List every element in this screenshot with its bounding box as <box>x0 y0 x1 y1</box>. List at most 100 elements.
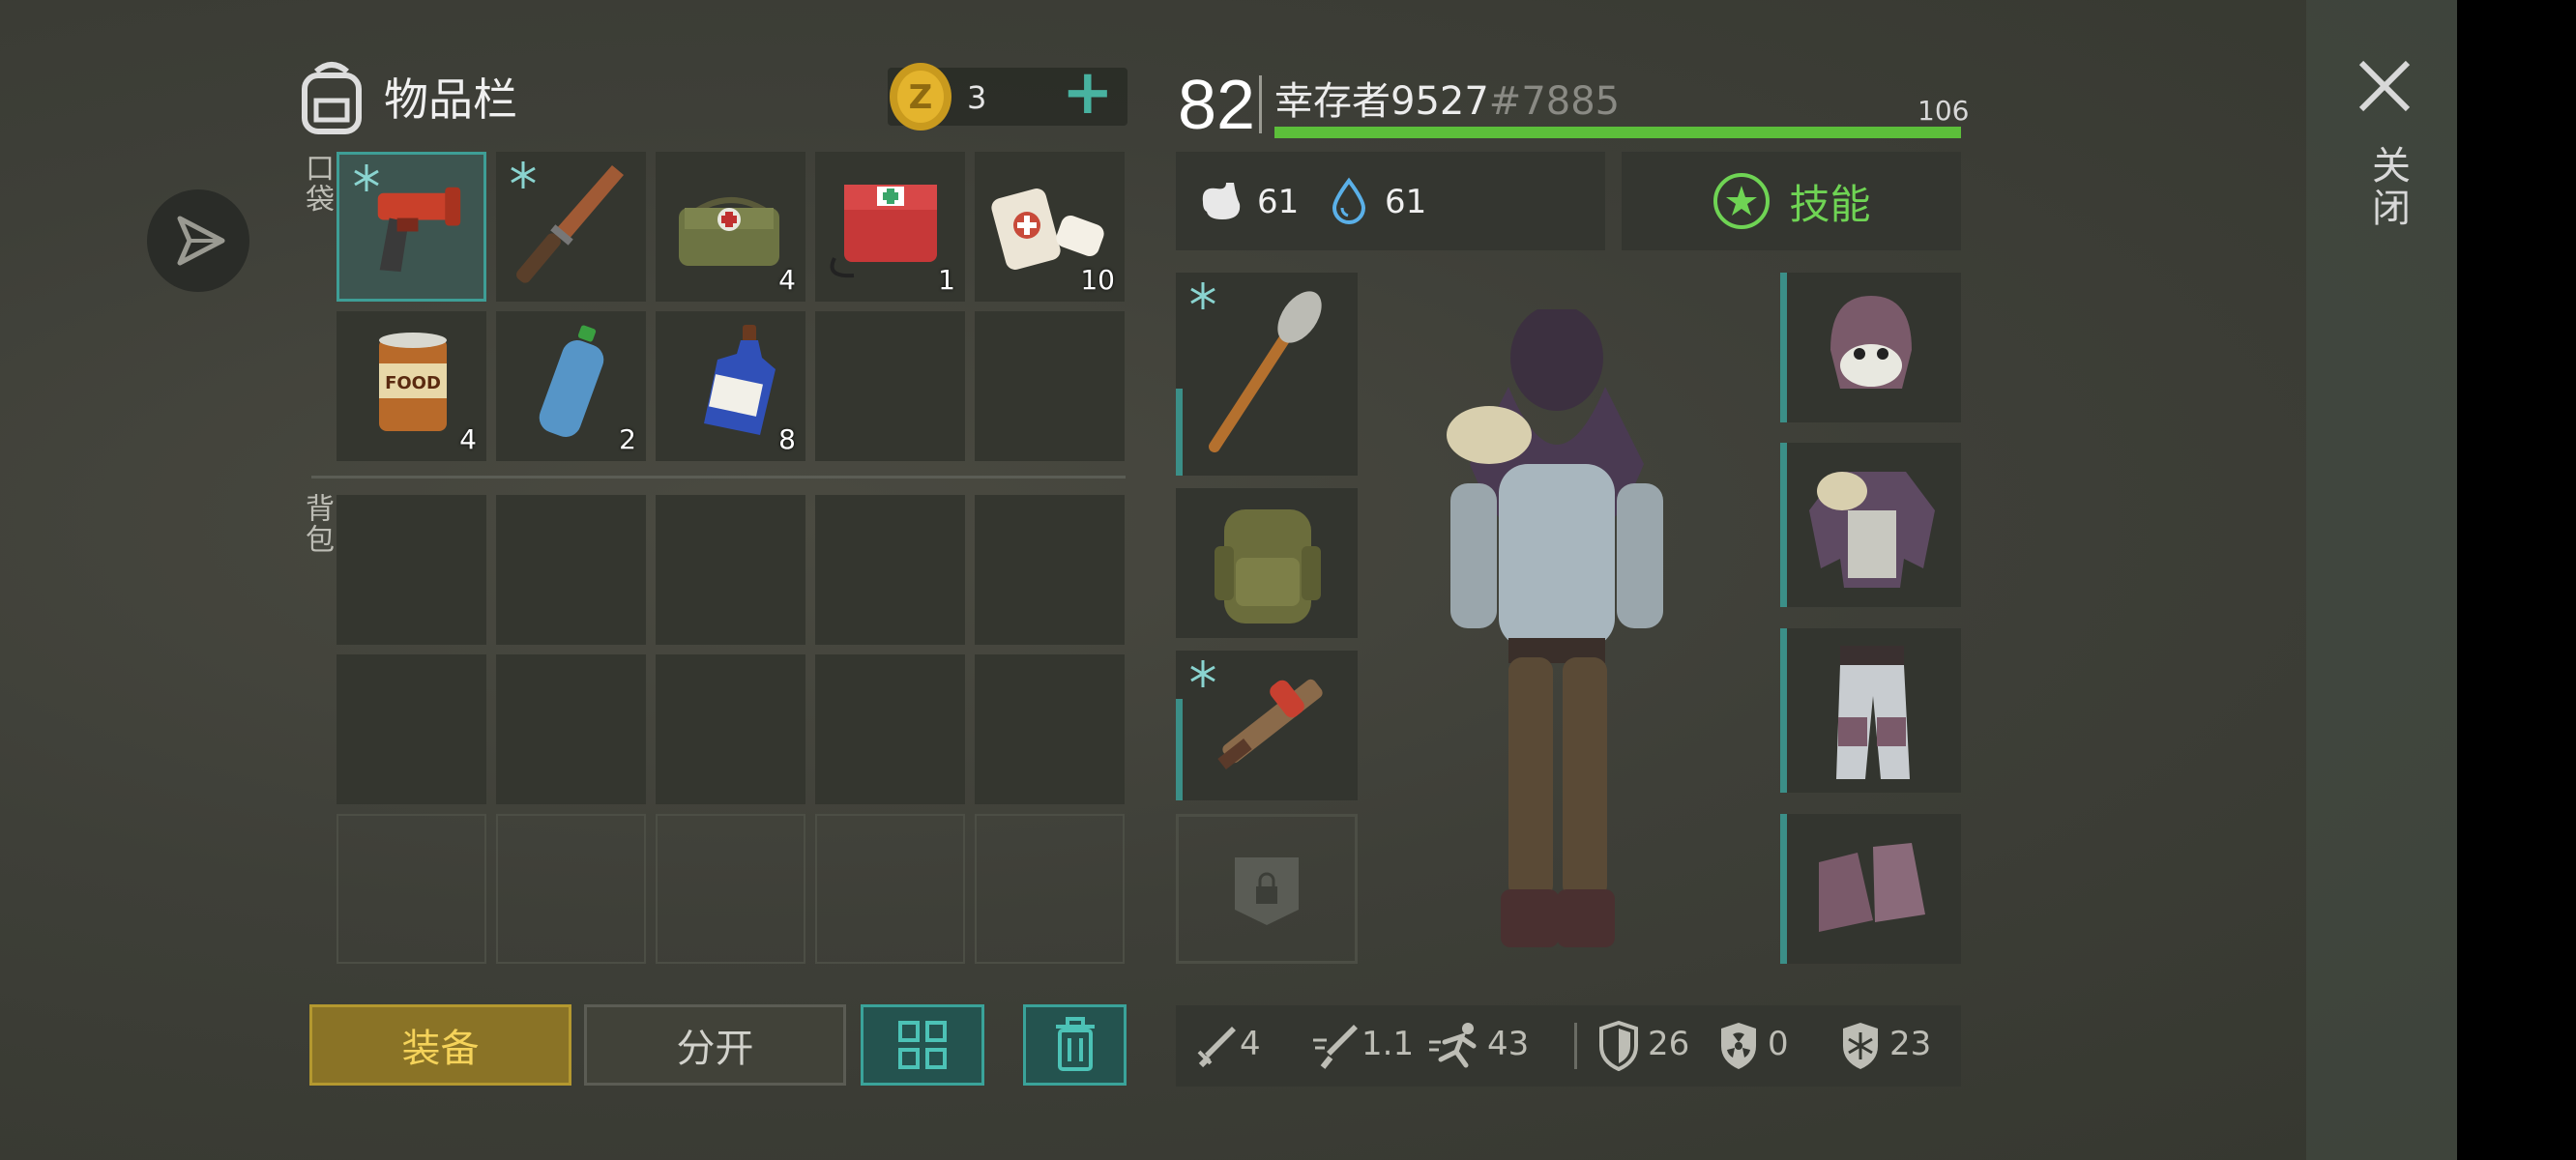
player-name: 幸存者9527#7885 <box>1274 70 1620 126</box>
chest-armor-icon <box>1809 472 1935 588</box>
combat-stats-bar: 4 1.1 43 26 0 23 <box>1176 1005 1961 1087</box>
inventory-header: 物品栏 <box>295 53 517 140</box>
hp-bar-fill <box>1274 127 1961 138</box>
pocket-slot-blue-bottle[interactable]: 8 <box>656 311 805 461</box>
pants-icon <box>1836 646 1910 779</box>
cold-shield-icon <box>1843 1023 1878 1069</box>
boots-icon <box>1819 843 1925 932</box>
backpack-slot-equipped[interactable] <box>1176 488 1358 638</box>
item-count: 2 <box>619 423 636 455</box>
coin-icon: Z <box>890 63 951 130</box>
equip-button[interactable]: 装备 <box>309 1004 571 1086</box>
screen-edge <box>2457 0 2576 1160</box>
backpack-slot-locked <box>496 814 646 964</box>
pocket-slot-empty[interactable] <box>975 311 1125 461</box>
backpack-slot-locked <box>815 814 965 964</box>
backpack-slot[interactable] <box>815 654 965 804</box>
inventory-title: 物品栏 <box>384 73 517 126</box>
backpack-label: 背包 <box>300 493 334 555</box>
melee-damage-value: 4 <box>1240 1025 1261 1063</box>
character-model <box>1447 309 1663 947</box>
backpack-slot[interactable] <box>656 495 805 645</box>
trash-icon <box>1055 1017 1095 1071</box>
pocket-slot-knife[interactable] <box>496 152 646 302</box>
chest-slot[interactable] <box>1780 443 1961 607</box>
add-coins-button[interactable]: + <box>1062 62 1114 124</box>
star-icon <box>1713 173 1771 229</box>
section-divider <box>311 476 1126 478</box>
pocket-slot-empty[interactable] <box>815 311 965 461</box>
armor-value: 26 <box>1648 1025 1690 1063</box>
legs-slot[interactable] <box>1780 628 1961 793</box>
player-id: #7885 <box>1488 79 1621 124</box>
attack-speed-icon <box>1313 1025 1358 1069</box>
sort-button[interactable] <box>861 1004 984 1086</box>
pocket-slot-canned-food[interactable]: FOOD 4 <box>337 311 486 461</box>
split-button[interactable]: 分开 <box>584 1004 846 1086</box>
close-icon[interactable] <box>2352 53 2417 119</box>
helmet-icon <box>1830 296 1912 389</box>
pocket-slot-flare-gun[interactable] <box>337 152 486 302</box>
pocket-slot-water-bottle[interactable]: 2 <box>496 311 646 461</box>
backpack-slot[interactable] <box>975 495 1125 645</box>
backpack-slot[interactable] <box>975 654 1125 804</box>
cold-value: 23 <box>1889 1025 1932 1063</box>
running-icon <box>1429 1023 1477 1068</box>
header-separator <box>1259 75 1262 133</box>
water-drop-icon <box>1332 177 1366 224</box>
player-name-text: 幸存者9527 <box>1274 79 1489 124</box>
military-backpack-icon <box>1215 509 1321 624</box>
item-count: 10 <box>1080 264 1115 296</box>
item-count: 4 <box>778 264 796 296</box>
close-label[interactable]: 关闭 <box>2359 145 2415 230</box>
head-slot[interactable] <box>1780 273 1961 422</box>
player-level: 82 <box>1178 67 1256 144</box>
skills-label: 技能 <box>1789 180 1871 228</box>
backpack-slot-locked <box>337 814 486 964</box>
water-value: 61 <box>1385 183 1427 221</box>
needs-panel: 61 61 <box>1176 152 1605 250</box>
backpack-slot[interactable] <box>656 654 805 804</box>
backpack-slot[interactable] <box>496 654 646 804</box>
item-count: 1 <box>938 264 955 296</box>
weapon-slot-secondary[interactable] <box>1176 651 1358 800</box>
delete-button[interactable] <box>1023 1004 1127 1086</box>
backpack-slot-locked <box>656 814 805 964</box>
coin-count: 3 <box>967 79 987 116</box>
backpack-slot[interactable] <box>337 654 486 804</box>
send-icon <box>177 216 225 266</box>
weapon-slot-main[interactable] <box>1176 273 1358 476</box>
melee-damage-icon <box>1197 1027 1236 1068</box>
backpack-slot[interactable] <box>337 495 486 645</box>
locked-pocket-icon <box>1235 857 1299 925</box>
pocket-slot-bandage[interactable]: 10 <box>975 152 1125 302</box>
svg-text:Z: Z <box>909 78 933 117</box>
radiation-shield-icon <box>1721 1023 1756 1069</box>
backpack-grid <box>337 495 1125 964</box>
spiked-bat-icon <box>1209 291 1322 452</box>
flamethrower-icon <box>1217 679 1323 769</box>
share-button[interactable] <box>147 189 249 292</box>
backpack-icon <box>302 62 362 134</box>
knife-icon <box>516 165 624 283</box>
pocket-grid: 4 1 10 FOOD 4 2 8 <box>337 152 1125 461</box>
grid-icon <box>898 1021 947 1069</box>
feet-slot[interactable] <box>1780 814 1961 964</box>
pocket-label: 口袋 <box>300 153 334 215</box>
pocket-slot-first-aid-kit[interactable]: 1 <box>815 152 965 302</box>
attack-speed-value: 1.1 <box>1361 1025 1415 1063</box>
backpack-slot[interactable] <box>496 495 646 645</box>
pocket-slot-medkit-bag[interactable]: 4 <box>656 152 805 302</box>
backpack-slot-locked <box>975 814 1125 964</box>
hp-max: 106 <box>1917 95 1970 127</box>
stomach-icon <box>1202 183 1241 219</box>
item-count: 4 <box>459 423 477 455</box>
backpack-slot[interactable] <box>815 495 965 645</box>
stats-divider <box>1574 1023 1577 1069</box>
svg-text:FOOD: FOOD <box>385 373 441 393</box>
item-count: 8 <box>778 423 796 455</box>
skills-button[interactable]: 技能 <box>1622 152 1961 250</box>
radiation-value: 0 <box>1768 1025 1789 1063</box>
armor-shield-icon <box>1599 1021 1638 1071</box>
pocket-slot-locked <box>1176 814 1358 964</box>
